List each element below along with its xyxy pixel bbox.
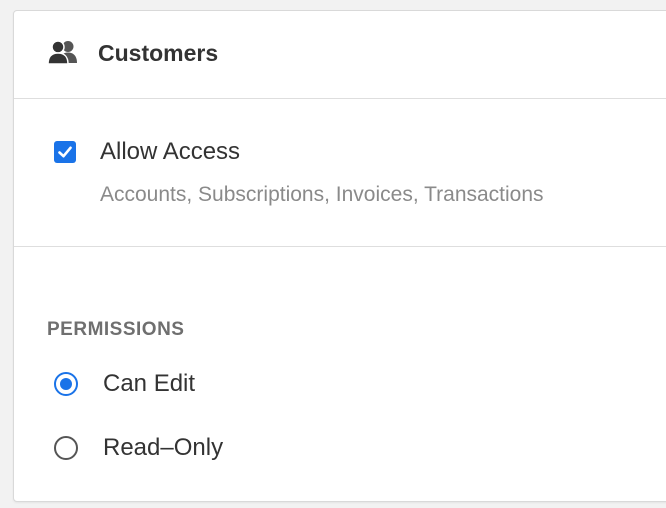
allow-access-label[interactable]: Allow Access xyxy=(100,137,240,167)
can-edit-label[interactable]: Can Edit xyxy=(103,369,195,399)
customers-permission-card: Customers Allow Access Accounts, Subscri… xyxy=(13,10,666,502)
read-only-label[interactable]: Read–Only xyxy=(103,433,223,463)
allow-access-checkbox[interactable] xyxy=(54,141,76,163)
checkmark-icon xyxy=(58,146,72,158)
radio-selected-dot xyxy=(60,378,72,390)
access-section: Allow Access Accounts, Subscriptions, In… xyxy=(14,99,666,247)
read-only-radio[interactable] xyxy=(54,436,78,460)
permissions-heading: PERMISSIONS xyxy=(47,319,185,340)
page-title: Customers xyxy=(98,40,219,66)
users-icon xyxy=(47,40,81,65)
card-header: Customers xyxy=(14,11,666,99)
access-description: Accounts, Subscriptions, Invoices, Trans… xyxy=(100,183,544,206)
can-edit-radio[interactable] xyxy=(54,372,78,396)
